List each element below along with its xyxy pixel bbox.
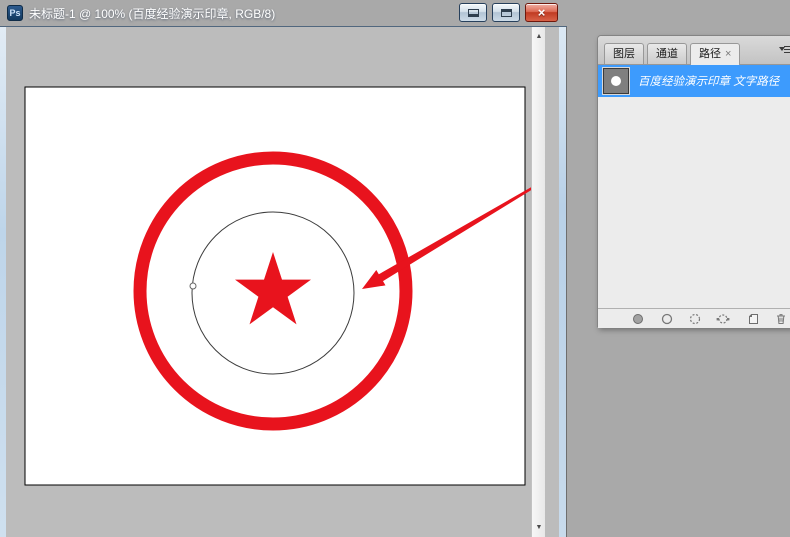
minimize-icon bbox=[468, 9, 479, 17]
path-item-label: 百度经验演示印章 文字路径 bbox=[638, 73, 779, 89]
path-thumbnail bbox=[603, 68, 629, 94]
window-border-left bbox=[0, 27, 6, 537]
path-anchor-point[interactable] bbox=[190, 283, 196, 289]
make-work-path-icon[interactable] bbox=[716, 312, 730, 326]
window-border-right bbox=[559, 27, 567, 537]
stroke-path-icon[interactable] bbox=[660, 312, 674, 326]
new-path-icon[interactable] bbox=[746, 312, 760, 326]
canvas-workspace: ▲ ▼ bbox=[6, 27, 559, 537]
load-selection-icon[interactable] bbox=[688, 312, 702, 326]
close-icon: × bbox=[538, 6, 546, 19]
scroll-down-button[interactable]: ▼ bbox=[532, 520, 546, 535]
scroll-up-button[interactable]: ▲ bbox=[532, 29, 546, 44]
circle-path-thumbnail-icon bbox=[611, 76, 621, 86]
photoshop-document-window: Ps 未标题-1 @ 100% (百度经验演示印章, RGB/8) × ▲ ▼ bbox=[0, 0, 567, 537]
paths-panel: 图层 通道 路径 × 百度经验演示印章 文字路径 bbox=[597, 35, 790, 327]
photoshop-file-icon: Ps bbox=[7, 5, 23, 21]
minimize-button[interactable] bbox=[459, 3, 487, 22]
tab-layers[interactable]: 图层 bbox=[604, 43, 644, 64]
maximize-button[interactable] bbox=[492, 3, 520, 22]
vertical-scrollbar[interactable]: ▲ ▼ bbox=[531, 27, 545, 537]
path-list-item[interactable]: 百度经验演示印章 文字路径 bbox=[598, 65, 790, 97]
tab-channels[interactable]: 通道 bbox=[647, 43, 687, 64]
panel-footer-bar bbox=[598, 308, 790, 328]
window-title: 未标题-1 @ 100% (百度经验演示印章, RGB/8) bbox=[29, 5, 275, 22]
fill-path-icon[interactable] bbox=[631, 312, 645, 326]
tab-close-icon[interactable]: × bbox=[725, 48, 731, 60]
delete-path-icon[interactable] bbox=[774, 312, 788, 326]
window-titlebar[interactable]: Ps 未标题-1 @ 100% (百度经验演示印章, RGB/8) × bbox=[0, 0, 567, 27]
desktop-background: { "window": { "title": "未标题-1 @ 100% (百度… bbox=[0, 0, 790, 537]
close-button[interactable]: × bbox=[525, 3, 558, 22]
maximize-icon bbox=[501, 9, 512, 17]
panel-tab-bar: 图层 通道 路径 × bbox=[598, 36, 790, 65]
panel-menu-icon[interactable] bbox=[779, 44, 790, 55]
panel-empty-area bbox=[598, 97, 790, 308]
tab-paths[interactable]: 路径 × bbox=[690, 43, 740, 65]
tab-paths-label: 路径 bbox=[699, 48, 721, 60]
stamp-artwork bbox=[6, 27, 545, 537]
